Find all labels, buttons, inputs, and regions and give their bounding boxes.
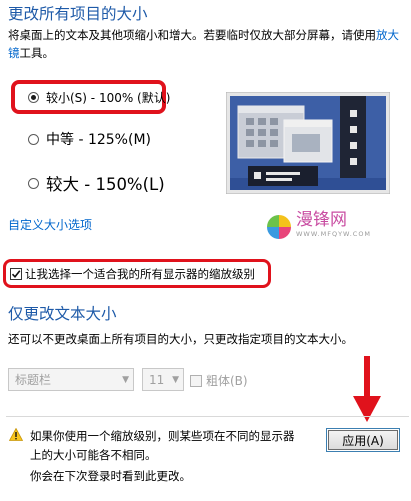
apply-button[interactable]: 应用(A)	[328, 430, 398, 450]
chevron-down-icon: ▼	[122, 374, 129, 385]
signout-note: 你会在下次登录时看到此更改。	[30, 469, 191, 483]
checkmark-icon	[11, 270, 21, 279]
resize-description-text: 将桌面上的文本及其他项缩小和增大。若要临时仅放大部分屏幕，请使用	[8, 28, 376, 42]
footer-divider	[6, 416, 409, 417]
chevron-down-icon: ▼	[172, 374, 179, 385]
radio-option-small-label: 较小(S) - 100% (默认)	[46, 91, 171, 105]
arrow-down-icon	[353, 356, 381, 422]
text-size-select[interactable]: 11 ▼	[142, 368, 184, 391]
watermark-pinwheel-icon	[267, 215, 291, 239]
text-section-description: 还可以不更改桌面上所有项目的大小，只更改指定项目的文本大小。	[8, 332, 353, 346]
scaling-checkbox[interactable]	[10, 268, 22, 280]
radio-option-medium[interactable]: 中等 - 125%(M)	[28, 129, 151, 149]
watermark-subtext: WWW.MFQYW.COM	[296, 230, 372, 238]
bold-checkbox-row[interactable]: 粗体(B)	[190, 372, 248, 389]
text-section-title: 仅更改文本大小	[8, 305, 117, 323]
resize-description: 将桌面上的文本及其他项缩小和增大。若要临时仅放大部分屏幕，请使用放大镜工具。	[8, 26, 406, 62]
display-preview-image	[226, 92, 390, 194]
scaling-checkbox-label: 让我选择一个适合我的所有显示器的缩放级别	[25, 267, 255, 281]
radio-unselected-icon[interactable]	[28, 177, 39, 189]
radio-selected-icon[interactable]	[28, 92, 39, 103]
text-item-select[interactable]: 标题栏 ▼	[8, 368, 134, 391]
radio-option-large[interactable]: 较大 - 150%(L)	[28, 171, 165, 195]
warning-icon	[9, 428, 23, 441]
text-item-select-value: 标题栏	[15, 373, 52, 387]
text-size-select-value: 11	[149, 372, 165, 387]
watermark-logo: 漫锋网 WWW.MFQYW.COM	[266, 210, 372, 241]
bold-checkbox[interactable]	[190, 374, 202, 387]
watermark-text: 漫锋网	[296, 210, 347, 230]
scaling-checkbox-row[interactable]: 让我选择一个适合我的所有显示器的缩放级别	[10, 266, 255, 282]
resize-section-title: 更改所有项目的大小	[8, 5, 148, 23]
radio-option-small[interactable]: 较小(S) - 100% (默认)	[28, 89, 170, 106]
radio-option-medium-label: 中等 - 125%(M)	[46, 132, 151, 148]
scaling-warning-text: 如果你使用一个缩放级别，则某些项在不同的显示器上的大小可能各不相同。	[30, 429, 295, 462]
bold-checkbox-label: 粗体(B)	[206, 374, 248, 388]
resize-description-tail: 工具。	[19, 46, 55, 60]
custom-size-link[interactable]: 自定义大小选项	[8, 216, 92, 233]
apply-button-focus[interactable]: 应用(A)	[326, 428, 400, 452]
radio-unselected-icon[interactable]	[28, 133, 39, 145]
radio-option-large-label: 较大 - 150%(L)	[46, 175, 165, 194]
